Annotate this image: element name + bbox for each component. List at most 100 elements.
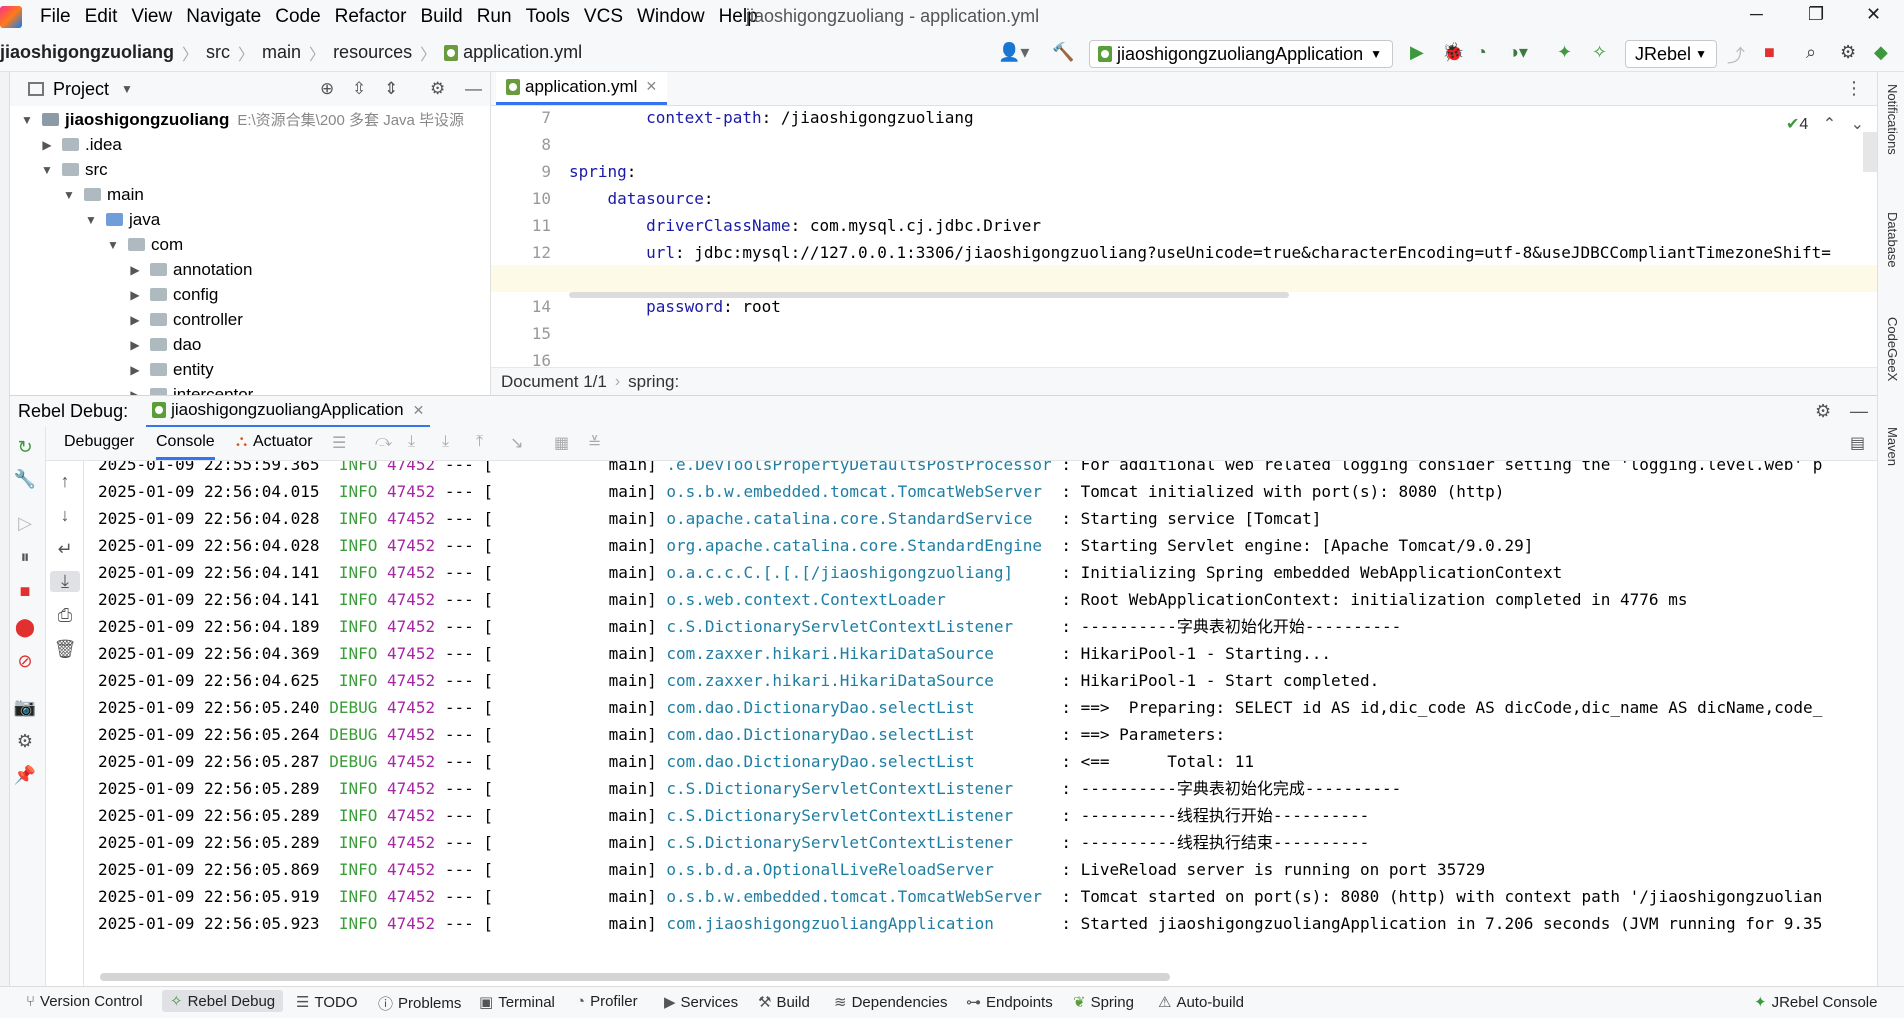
- menu-run[interactable]: Run: [477, 6, 512, 28]
- maven-button[interactable]: Maven: [1885, 427, 1900, 466]
- dependencies-button[interactable]: ≋ Dependencies: [834, 993, 947, 1012]
- menu-navigate[interactable]: Navigate: [186, 6, 261, 28]
- services-button[interactable]: ▶ Services: [664, 993, 738, 1012]
- menu-vcs[interactable]: VCS: [584, 6, 623, 28]
- debug-app-tab[interactable]: jiaoshigongzuoliangApplication ✕: [146, 396, 431, 428]
- project-header-label[interactable]: Project: [53, 79, 109, 100]
- pause-icon[interactable]: ⏸: [10, 547, 40, 568]
- menu-build[interactable]: Build: [420, 6, 462, 28]
- breadcrumb-src[interactable]: src: [206, 42, 230, 63]
- tree-item-src[interactable]: ▼ src: [40, 157, 108, 182]
- tree-item-annotation[interactable]: ▶ annotation: [128, 257, 252, 282]
- profile-icon[interactable]: ◑▾: [1508, 42, 1528, 63]
- spring-button[interactable]: ❦ Spring: [1073, 993, 1134, 1012]
- coverage-icon[interactable]: ◔: [1476, 42, 1487, 63]
- run-icon[interactable]: ▶: [1410, 42, 1424, 63]
- camera-icon[interactable]: 📷: [10, 697, 40, 718]
- pin-icon[interactable]: 📌: [10, 765, 40, 786]
- tree-item-entity[interactable]: ▶ entity: [128, 357, 213, 382]
- auto-build-button[interactable]: ⚠ Auto-build: [1158, 993, 1244, 1012]
- mute-breakpoints-icon[interactable]: ⊘: [10, 651, 40, 672]
- console-hscrollbar[interactable]: [100, 973, 1170, 981]
- step-out-icon[interactable]: ⤒: [476, 433, 483, 451]
- tree-root[interactable]: ▼ jiaoshigongzuoliang E:\资源合集\200 多套 Jav…: [20, 107, 464, 132]
- todo-button[interactable]: ☰ TODO: [296, 993, 358, 1012]
- document-indicator[interactable]: Document 1/1: [501, 372, 607, 392]
- jrebel-debug-icon[interactable]: ✧: [1592, 42, 1607, 63]
- tab-console[interactable]: Console: [156, 433, 215, 460]
- search-icon[interactable]: ⌕: [1806, 42, 1816, 63]
- breadcrumb-resources[interactable]: resources: [333, 42, 412, 63]
- notifications-button[interactable]: Notifications: [1885, 84, 1900, 155]
- hide-panel-icon[interactable]: —: [465, 79, 482, 99]
- menu-edit[interactable]: Edit: [85, 6, 118, 28]
- close-tab-icon[interactable]: ✕: [645, 78, 657, 95]
- chevron-up-icon[interactable]: ⌃: [1823, 116, 1836, 133]
- tab-debugger[interactable]: Debugger: [64, 433, 134, 451]
- version-control-button[interactable]: ⑂ Version Control: [26, 993, 143, 1010]
- menu-code[interactable]: Code: [275, 6, 320, 28]
- close-tab-icon[interactable]: ✕: [413, 402, 425, 419]
- menu-tools[interactable]: Tools: [526, 6, 570, 28]
- terminal-button[interactable]: ▣ Terminal: [479, 993, 555, 1012]
- menu-lines-icon[interactable]: ☰: [332, 433, 346, 453]
- breadcrumb-main[interactable]: main: [262, 42, 301, 63]
- yaml-path[interactable]: spring:: [628, 372, 679, 392]
- tree-item-com[interactable]: ▼ com: [106, 232, 183, 257]
- editor-hscrollbar[interactable]: [569, 292, 1289, 298]
- stop-icon[interactable]: ■: [1764, 42, 1775, 63]
- tree-item-idea[interactable]: ▶ .idea: [40, 132, 122, 157]
- rerun-icon[interactable]: ↻: [10, 437, 40, 458]
- close-window-icon[interactable]: ✕: [1866, 4, 1881, 25]
- rebel-debug-button[interactable]: ✧ Rebel Debug: [162, 990, 284, 1012]
- tree-item-main[interactable]: ▼ main: [62, 182, 144, 207]
- arrow-down-icon[interactable]: ↓: [50, 505, 80, 526]
- collapse-all-icon[interactable]: ⇕: [384, 79, 398, 99]
- print-icon[interactable]: ⎙: [50, 605, 80, 626]
- stop-icon[interactable]: ■: [10, 581, 40, 602]
- soft-wrap-icon[interactable]: ↵: [50, 539, 80, 560]
- codegeex-button[interactable]: CodeGeeX: [1885, 317, 1900, 381]
- breadcrumb-file[interactable]: application.yml: [444, 42, 582, 63]
- tree-item-config[interactable]: ▶ config: [128, 282, 218, 307]
- settings-icon[interactable]: ⚙: [10, 731, 40, 752]
- arrow-up-icon[interactable]: ↑: [50, 471, 80, 492]
- jrebel-run-icon[interactable]: ✦: [1557, 42, 1572, 63]
- jrebel-select[interactable]: JRebel ▼: [1625, 40, 1717, 68]
- restore-icon[interactable]: ❐: [1808, 4, 1824, 25]
- hide-panel-icon[interactable]: —: [1850, 401, 1868, 422]
- gear-icon[interactable]: ⚙: [1815, 401, 1831, 422]
- user-icon[interactable]: 👤▾: [998, 42, 1029, 63]
- wrench-icon[interactable]: 🔧: [10, 469, 40, 490]
- inspection-widget[interactable]: ✔4 ⌃ ⌄: [1786, 114, 1864, 134]
- editor-vscrollbar[interactable]: [1863, 132, 1877, 172]
- chevron-down-icon[interactable]: ▼: [121, 82, 133, 96]
- tab-application-yml[interactable]: application.yml ✕: [496, 72, 668, 105]
- layout-icon[interactable]: ▤: [1850, 433, 1865, 453]
- expand-all-icon[interactable]: ⇳: [352, 79, 366, 99]
- locate-icon[interactable]: ⊕: [320, 79, 334, 99]
- endpoints-button[interactable]: ⊶ Endpoints: [966, 993, 1053, 1012]
- evaluate-icon[interactable]: ▦: [554, 433, 569, 453]
- chevron-down-icon[interactable]: ⌄: [1851, 116, 1864, 133]
- gear-icon[interactable]: ⚙: [1840, 42, 1856, 63]
- tree-item-interceptor[interactable]: ▶ interceptor: [128, 382, 253, 395]
- scroll-to-end-icon[interactable]: ⤓: [50, 571, 80, 592]
- breadcrumb-project[interactable]: jiaoshigongzuoliang: [0, 42, 174, 63]
- run-to-cursor-icon[interactable]: ↘: [510, 433, 523, 453]
- profiler-button[interactable]: ◔ Profiler: [576, 993, 638, 1010]
- menu-file[interactable]: File: [40, 6, 71, 28]
- jrebel-logo-icon[interactable]: ◆: [1874, 42, 1888, 63]
- database-button[interactable]: Database: [1885, 212, 1900, 268]
- tree-item-java[interactable]: ▼ java: [84, 207, 160, 232]
- menu-refactor[interactable]: Refactor: [335, 6, 407, 28]
- force-step-into-icon[interactable]: ⤓: [442, 433, 449, 451]
- tree-item-dao[interactable]: ▶ dao: [128, 332, 201, 357]
- menu-window[interactable]: Window: [637, 6, 705, 28]
- step-over-icon[interactable]: ⤼: [375, 433, 392, 451]
- tab-actuator[interactable]: Actuator: [253, 433, 313, 451]
- trash-icon[interactable]: 🗑: [50, 639, 80, 660]
- trace-icon[interactable]: ≚: [588, 433, 601, 453]
- minimize-icon[interactable]: ─: [1750, 4, 1763, 25]
- tree-item-controller[interactable]: ▶ controller: [128, 307, 243, 332]
